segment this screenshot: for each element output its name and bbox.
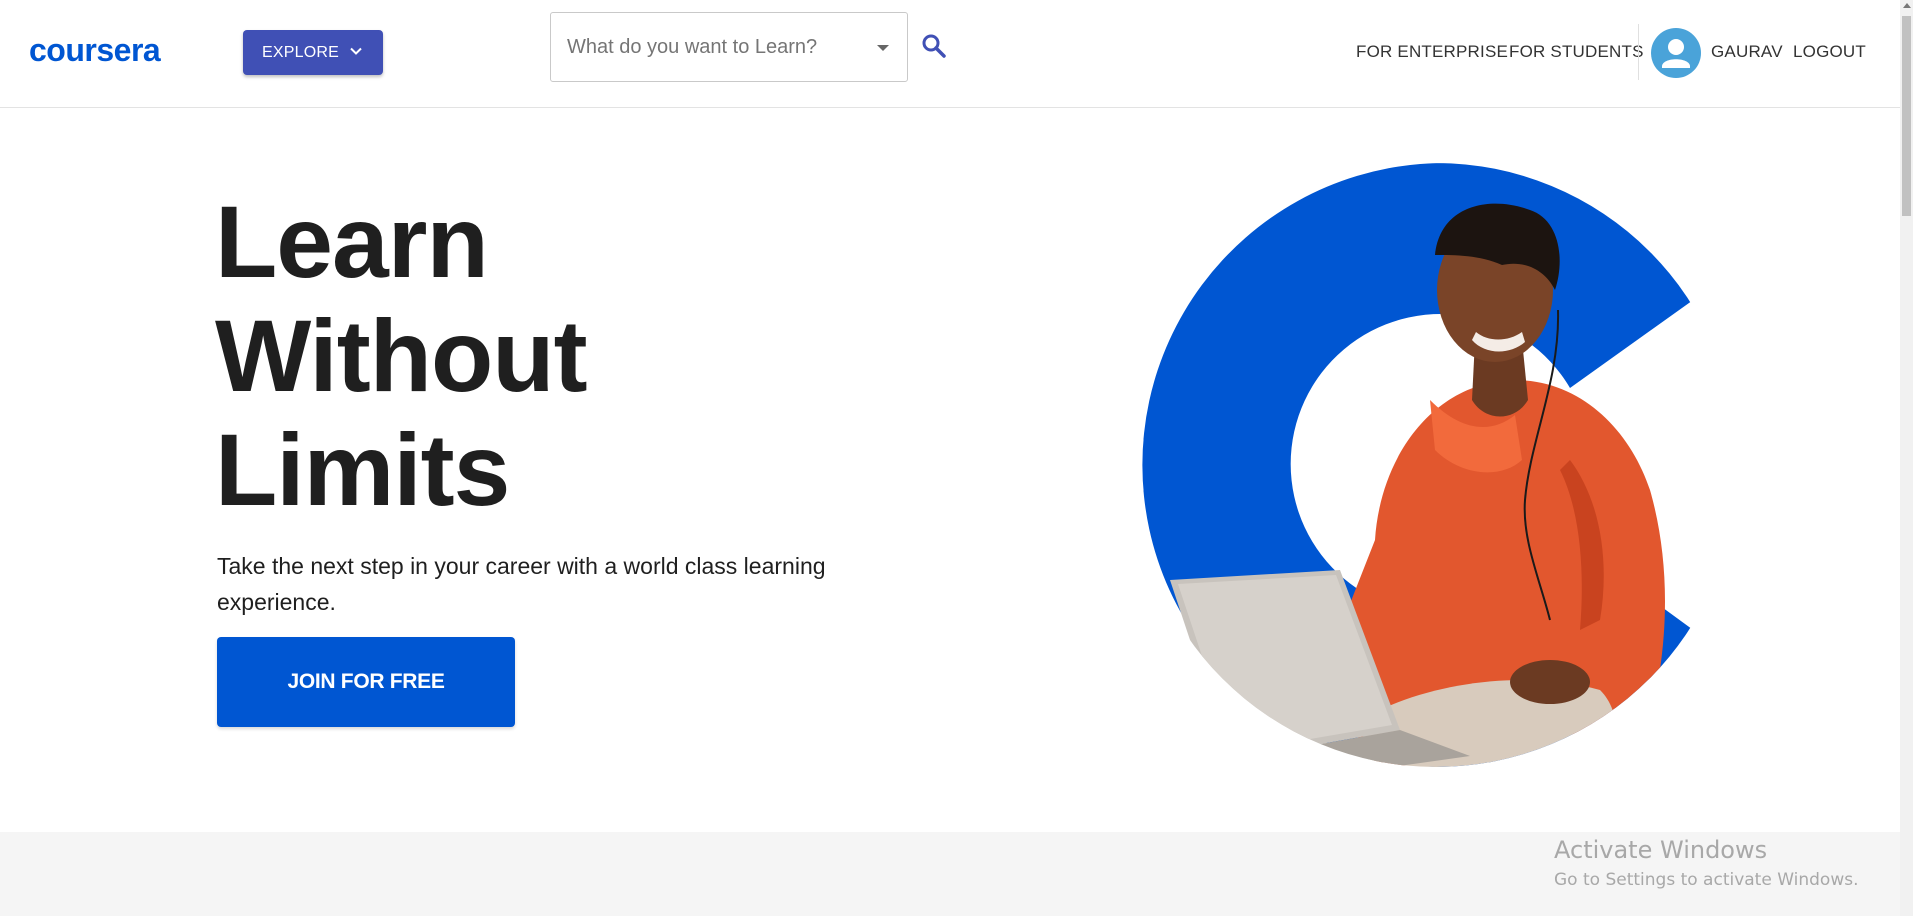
- search-icon[interactable]: [921, 33, 947, 64]
- scrollbar-thumb[interactable]: [1902, 16, 1911, 216]
- hero-illustration: [1130, 160, 1710, 770]
- search-field[interactable]: [550, 12, 908, 82]
- vertical-scrollbar[interactable]: [1900, 0, 1913, 916]
- scroll-up-arrow-icon[interactable]: [1903, 3, 1911, 8]
- top-navigation-bar: coursera EXPLORE FOR ENTERPRISE FOR STUD…: [0, 0, 1900, 108]
- explore-button[interactable]: EXPLORE: [243, 30, 383, 75]
- windows-activation-watermark-title: Activate Windows: [1554, 836, 1768, 864]
- hero-title: Learn Without Limits: [215, 185, 815, 527]
- windows-activation-watermark-subtitle: Go to Settings to activate Windows.: [1554, 870, 1859, 890]
- logout-link[interactable]: LOGOUT: [1793, 42, 1866, 62]
- for-enterprise-link[interactable]: FOR ENTERPRISE: [1356, 42, 1508, 62]
- hero-title-line: Learn: [215, 185, 489, 299]
- chevron-down-icon: [349, 44, 363, 63]
- explore-label: EXPLORE: [262, 43, 339, 61]
- user-avatar-icon[interactable]: [1651, 28, 1701, 78]
- hero-title-line: Limits: [215, 413, 510, 527]
- hero-subtitle: Take the next step in your career with a…: [217, 553, 826, 615]
- coursera-logo[interactable]: coursera: [29, 32, 161, 69]
- nav-divider: [1638, 24, 1639, 80]
- user-name-link[interactable]: GAURAV: [1711, 42, 1783, 62]
- search-input[interactable]: [567, 33, 857, 61]
- for-students-link[interactable]: FOR STUDENTS: [1509, 42, 1644, 62]
- join-for-free-button[interactable]: JOIN FOR FREE: [217, 637, 515, 727]
- dropdown-caret-icon[interactable]: [877, 45, 889, 51]
- hero-title-line: Without: [215, 299, 588, 413]
